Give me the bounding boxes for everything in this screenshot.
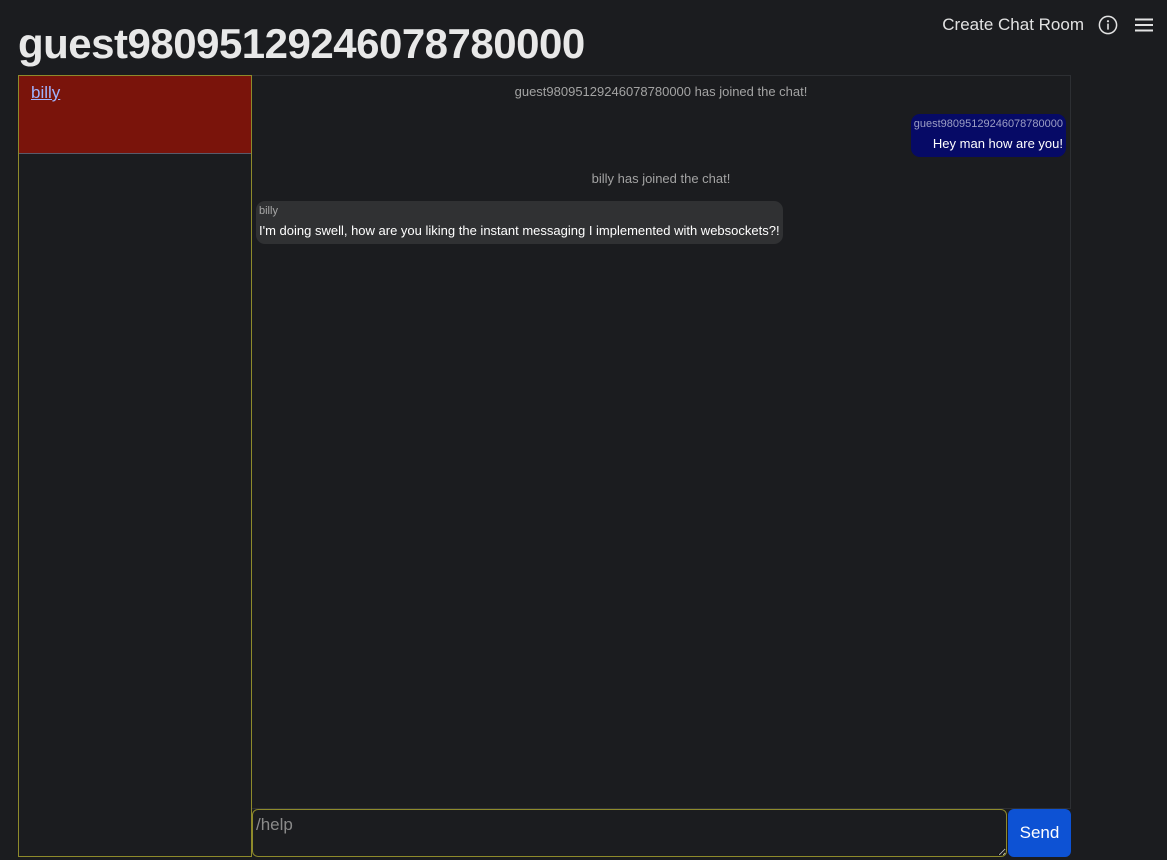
room-item-billy[interactable]: billy	[19, 76, 251, 154]
message-sender: billy	[259, 205, 278, 217]
create-chat-room-link[interactable]: Create Chat Room	[942, 15, 1084, 35]
message-text: I'm doing swell, how are you liking the …	[259, 223, 780, 238]
system-message: billy has joined the chat!	[591, 171, 731, 186]
chat-messages-panel: guest98095129246078780000 has joined the…	[252, 75, 1071, 809]
message-sender: guest98095129246078780000	[913, 118, 1063, 130]
hamburger-menu-icon[interactable]	[1134, 15, 1154, 35]
own-message-bubble: guest98095129246078780000 Hey man how ar…	[910, 114, 1066, 157]
top-nav: Create Chat Room	[942, 12, 1154, 38]
room-link[interactable]: billy	[31, 83, 60, 102]
system-message: guest98095129246078780000 has joined the…	[514, 84, 808, 99]
room-sidebar: billy	[18, 75, 252, 857]
other-message-bubble: billy I'm doing swell, how are you likin…	[256, 201, 783, 244]
message-text: Hey man how are you!	[932, 136, 1063, 151]
page-title: guest98095129246078780000	[18, 20, 585, 67]
send-button[interactable]: Send	[1008, 809, 1071, 857]
info-icon[interactable]	[1098, 15, 1118, 35]
message-input[interactable]	[252, 809, 1007, 857]
